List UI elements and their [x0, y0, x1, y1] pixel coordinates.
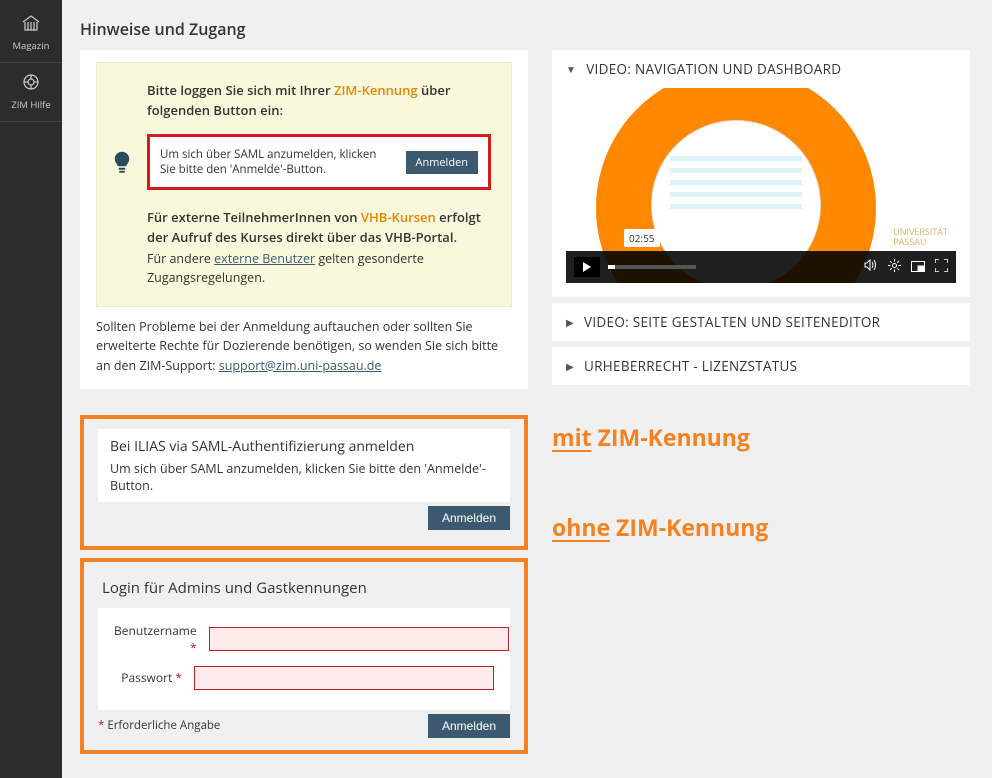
- externe-benutzer-link[interactable]: externe Benutzer: [214, 250, 315, 267]
- video-time-tooltip: 02:55: [624, 229, 660, 247]
- accordion-label: URHEBERRECHT - LIZENZSTATUS: [584, 357, 797, 375]
- accordion-label: VIDEO: NAVIGATION UND DASHBOARD: [586, 60, 841, 78]
- play-button[interactable]: [574, 257, 600, 277]
- saml-anmelden-button[interactable]: Anmelden: [428, 506, 510, 530]
- username-label: Benutzername: [114, 622, 197, 639]
- required-star: *: [190, 639, 197, 656]
- anmelden-button-inline[interactable]: Anmelden: [406, 151, 479, 174]
- university-logo: UNIVERSITÄTPASSAU: [893, 227, 948, 247]
- annotation-mit-zim: mit ZIM-Kennung: [552, 421, 970, 453]
- admin-anmelden-button[interactable]: Anmelden: [428, 714, 510, 738]
- accordion-header[interactable]: ▶ URHEBERRECHT - LIZENZSTATUS: [552, 347, 970, 385]
- accordion-header[interactable]: ▼ VIDEO: NAVIGATION UND DASHBOARD: [552, 50, 970, 88]
- accordion-urheberrecht: ▶ URHEBERRECHT - LIZENZSTATUS: [552, 347, 970, 385]
- accordion-header[interactable]: ▶ VIDEO: SEITE GESTALTEN UND SEITENEDITO…: [552, 303, 970, 341]
- settings-icon[interactable]: [888, 258, 901, 276]
- admin-login-frame: Login für Admins und Gastkennungen Benut…: [80, 558, 528, 754]
- sidebar-label: ZIM Hilfe: [11, 98, 50, 111]
- magazin-icon: [21, 14, 41, 39]
- info-card: Bitte loggen Sie sich mit Ihrer ZIM-Kenn…: [80, 50, 528, 389]
- caret-right-icon: ▶: [566, 315, 574, 329]
- pip-icon[interactable]: [911, 258, 925, 276]
- caret-down-icon: ▼: [566, 62, 576, 76]
- required-text: Erforderliche Angabe: [107, 718, 220, 733]
- video-progress[interactable]: [608, 265, 696, 269]
- accordion-video-seiteneditor: ▶ VIDEO: SEITE GESTALTEN UND SEITENEDITO…: [552, 303, 970, 341]
- zim-kennung-highlight: ZIM-Kennung: [334, 81, 418, 99]
- saml-login-text: Um sich über SAML anzumelden, klicken Si…: [98, 458, 510, 502]
- sidebar-item-magazin[interactable]: Magazin: [0, 4, 62, 63]
- video-player[interactable]: 02:55 UNIVERSITÄTPASSAU: [566, 88, 956, 283]
- saml-hint-text: Um sich über SAML anzumelden, klicken Si…: [160, 147, 394, 177]
- other-text: Für andere: [147, 250, 214, 267]
- accordion-label: VIDEO: SEITE GESTALTEN UND SEITENEDITOR: [584, 313, 880, 331]
- sidebar-item-zim-hilfe[interactable]: ZIM Hilfe: [0, 63, 62, 122]
- password-label: Passwort: [121, 669, 172, 686]
- lightbulb-icon: [113, 81, 137, 288]
- saml-login-frame: Bei ILIAS via SAML-Authentifizierung anm…: [80, 415, 528, 550]
- page-title: Hinweise und Zugang: [80, 18, 970, 40]
- video-controls: [566, 251, 956, 283]
- vhb-highlight: VHB-Kursen: [361, 208, 436, 226]
- required-star: *: [175, 669, 182, 686]
- info-box: Bitte loggen Sie sich mit Ihrer ZIM-Kenn…: [96, 62, 512, 307]
- password-input[interactable]: [194, 666, 494, 690]
- support-text: Sollten Probleme bei der Anmeldung aufta…: [96, 307, 512, 375]
- info-text: Bitte loggen Sie sich mit Ihrer: [147, 81, 334, 99]
- volume-icon[interactable]: [864, 258, 878, 276]
- main-content: Hinweise und Zugang Bitte loggen Sie sic…: [62, 0, 992, 778]
- sidebar-label: Magazin: [13, 39, 50, 52]
- username-input[interactable]: [209, 627, 509, 651]
- fullscreen-icon[interactable]: [935, 258, 948, 276]
- help-icon: [22, 73, 40, 98]
- accordion-video-navigation: ▼ VIDEO: NAVIGATION UND DASHBOARD 02:55 …: [552, 50, 970, 297]
- saml-login-title: Bei ILIAS via SAML-Authentifizierung anm…: [98, 429, 510, 458]
- support-email-link[interactable]: support@zim.uni-passau.de: [219, 357, 382, 374]
- ext-text: Für externe TeilnehmerInnen von: [147, 208, 361, 226]
- sidebar: Magazin ZIM Hilfe: [0, 0, 62, 778]
- caret-right-icon: ▶: [566, 359, 574, 373]
- admin-login-title: Login für Admins und Gastkennungen: [98, 572, 510, 608]
- annotation-ohne-zim: ohne ZIM-Kennung: [552, 511, 970, 543]
- saml-red-frame: Um sich über SAML anzumelden, klicken Si…: [147, 134, 491, 190]
- required-star: *: [98, 718, 104, 733]
